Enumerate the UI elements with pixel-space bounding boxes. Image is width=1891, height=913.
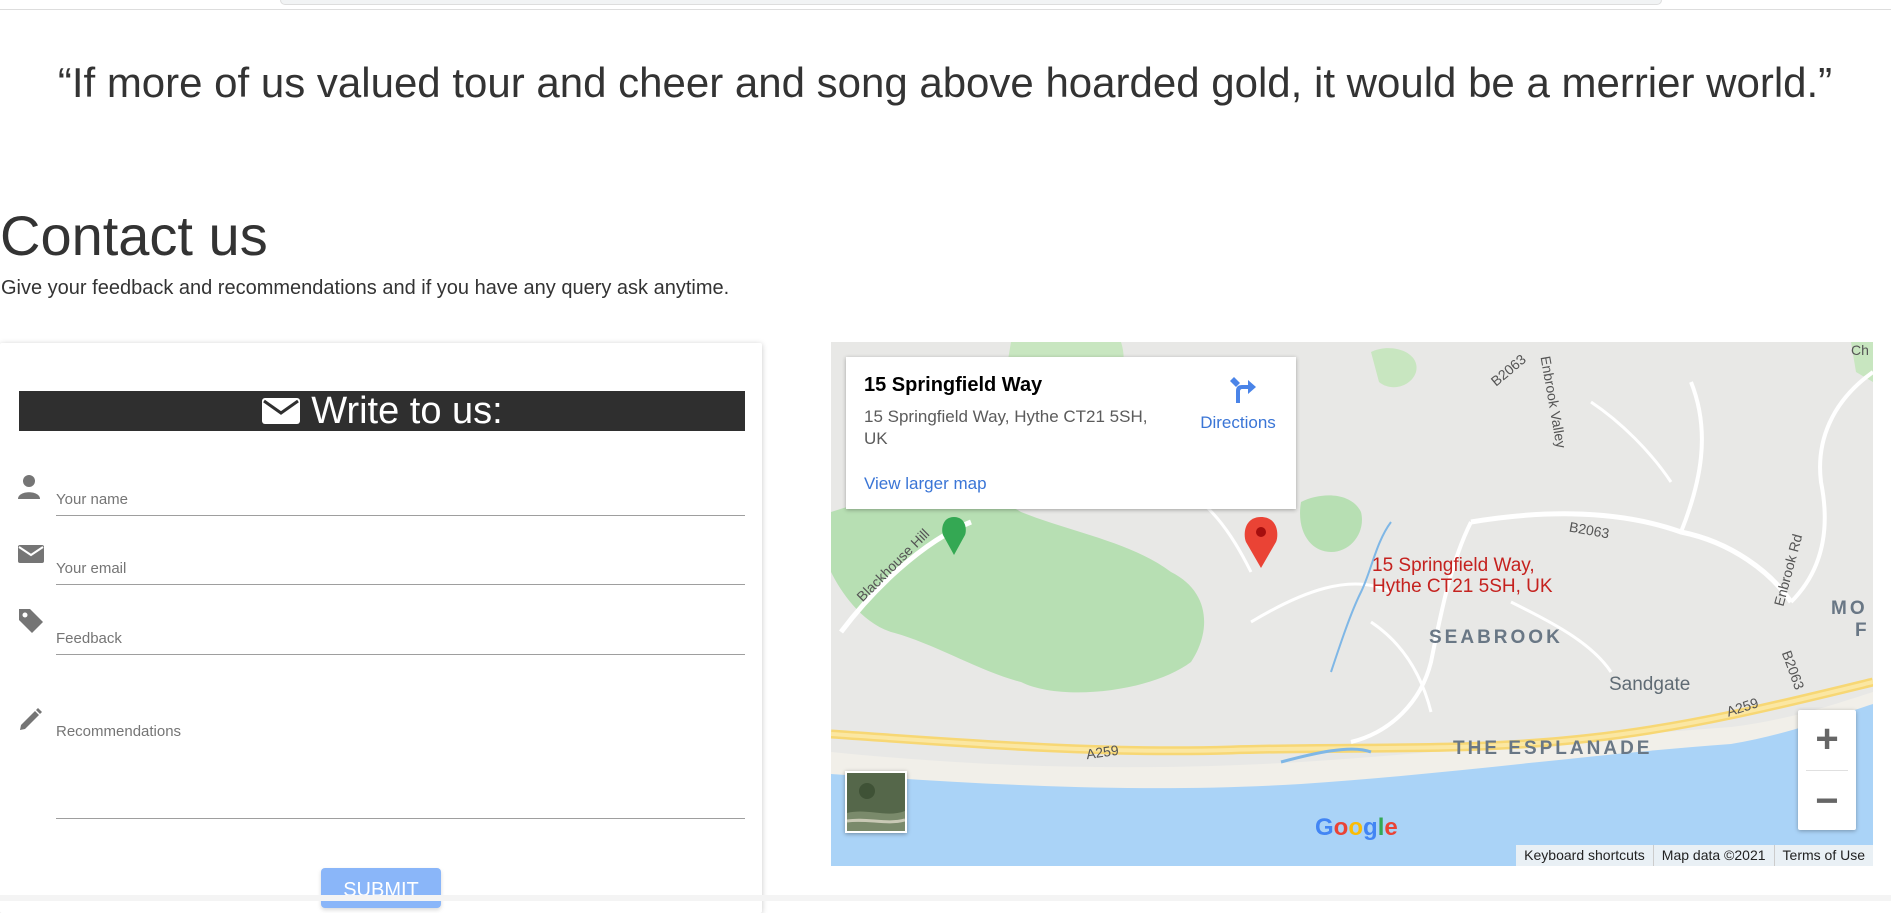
contact-title: Contact us <box>0 204 268 267</box>
pin-label: 15 Springfield Way, Hythe CT21 5SH, UK <box>1372 555 1553 597</box>
road-ch: Ch <box>1851 342 1869 358</box>
envelope-icon <box>262 398 301 424</box>
directions-link[interactable]: Directions <box>1188 413 1288 433</box>
pencil-icon <box>20 708 42 730</box>
map-embed[interactable]: 15 Springfield Way 15 Springfield Way, H… <box>831 342 1873 866</box>
recommendations-placeholder: Recommendations <box>56 723 182 740</box>
zoom-controls: + − <box>1798 710 1856 830</box>
area-esplanade: THE ESPLANADE <box>1453 738 1653 759</box>
email-field[interactable]: Your email <box>17 540 745 600</box>
recommendations-field[interactable]: Recommendations <box>17 705 745 825</box>
write-to-us-header: Write to us: <box>19 389 745 432</box>
pin-label-line2: Hythe CT21 5SH, UK <box>1372 576 1553 597</box>
write-to-us-label: Write to us: <box>311 389 503 432</box>
map-data-label: Map data ©2021 <box>1652 845 1774 866</box>
recommendations-underline <box>56 818 745 819</box>
place-info-card: 15 Springfield Way 15 Springfield Way, H… <box>846 357 1296 509</box>
terms-of-use-link[interactable]: Terms of Use <box>1773 845 1873 866</box>
area-mo: MO <box>1831 598 1868 619</box>
satellite-preview-icon <box>847 773 905 831</box>
area-f: F <box>1855 620 1870 641</box>
submit-button[interactable]: SUBMIT <box>321 868 441 908</box>
keyboard-shortcuts-link[interactable]: Keyboard shortcuts <box>1516 845 1653 866</box>
area-sandgate: Sandgate <box>1609 674 1691 695</box>
browser-url-bar-edge <box>280 0 1662 5</box>
feedback-field[interactable]: Feedback <box>17 607 745 667</box>
google-logo: Google <box>1315 814 1398 841</box>
name-placeholder: Your name <box>56 491 128 508</box>
email-placeholder: Your email <box>56 560 127 577</box>
area-seabrook: SEABROOK <box>1429 627 1563 648</box>
contact-subtitle: Give your feedback and recommendations a… <box>1 277 730 299</box>
directions-icon[interactable] <box>1228 375 1258 405</box>
user-icon <box>18 475 40 499</box>
name-underline <box>56 515 745 516</box>
zoom-divider <box>1806 770 1848 771</box>
zoom-out-button[interactable]: − <box>1798 772 1856 830</box>
feedback-placeholder: Feedback <box>56 630 122 647</box>
satellite-toggle[interactable] <box>845 771 907 833</box>
pin-label-line1: 15 Springfield Way, <box>1372 555 1535 576</box>
place-title: 15 Springfield Way <box>864 374 1043 396</box>
page-bottom-edge <box>0 895 1891 901</box>
feedback-underline <box>56 654 745 655</box>
email-underline <box>56 584 745 585</box>
tag-icon <box>19 609 43 633</box>
place-address: 15 Springfield Way, Hythe CT21 5SH, UK <box>864 407 1148 448</box>
name-field[interactable]: Your name <box>17 473 745 533</box>
zoom-in-button[interactable]: + <box>1798 710 1856 768</box>
quote-text: “If more of us valued tour and cheer and… <box>57 59 1833 106</box>
browser-top-edge <box>0 0 1891 10</box>
contact-form-card: Write to us: Your name Your email Feedba… <box>0 343 762 913</box>
envelope-icon <box>18 545 44 563</box>
view-larger-map-link[interactable]: View larger map <box>864 474 987 494</box>
map-footer: Keyboard shortcuts Map data ©2021 Terms … <box>1516 845 1873 866</box>
